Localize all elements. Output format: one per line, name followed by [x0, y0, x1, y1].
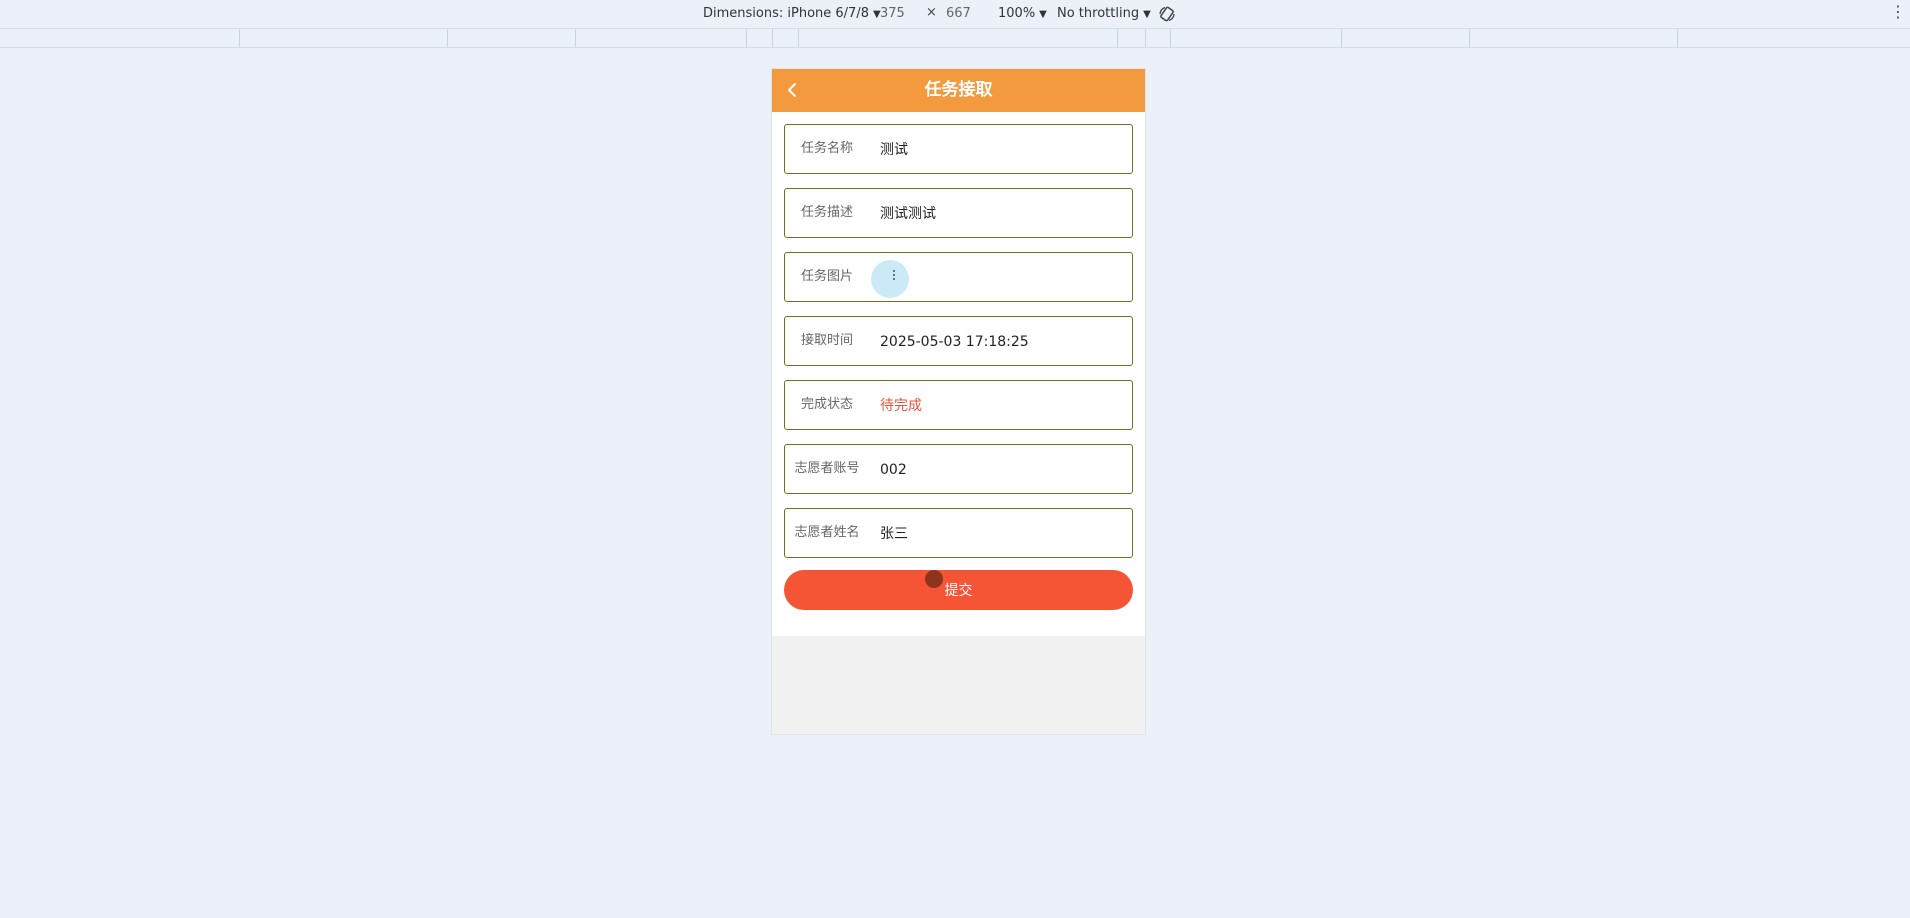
throttling-select-label: No throttling	[1057, 6, 1140, 21]
width-input[interactable]: 375	[880, 6, 905, 21]
device-select-label: Dimensions: iPhone 6/7/8	[703, 6, 869, 21]
nav-bar: 任务接取	[772, 69, 1145, 112]
ruler-segment[interactable]	[1170, 29, 1172, 47]
task-form: 任务名称 测试 任务描述 测试测试 任务图片 接取时间 2025-05-03 1…	[772, 112, 1145, 636]
field-accept-time: 接取时间 2025-05-03 17:18:25	[784, 316, 1133, 366]
devtools-device-toolbar: Dimensions: iPhone 6/7/8 ▼ 375 × 667 100%…	[0, 0, 1910, 29]
dimension-separator: ×	[926, 5, 937, 20]
height-input[interactable]: 667	[946, 6, 971, 21]
ruler-segment[interactable]	[575, 29, 577, 47]
ruler-segment[interactable]	[746, 29, 748, 47]
field-task-description: 任务描述 测试测试	[784, 188, 1133, 238]
device-viewport: 任务接取 任务名称 测试 任务描述 测试测试 任务图片 接取时间 2025-05…	[771, 68, 1146, 735]
ruler-segment[interactable]	[447, 29, 449, 47]
volunteer-account-value: 002	[880, 462, 907, 478]
ruler-segment[interactable]	[239, 29, 241, 47]
volunteer-name-value: 张三	[880, 526, 908, 542]
submit-button[interactable]: 提交	[784, 570, 1133, 610]
status-badge: 待完成	[880, 398, 922, 414]
touch-cursor	[925, 570, 943, 588]
field-volunteer-name: 志愿者姓名 张三	[784, 508, 1133, 558]
media-query-ruler	[0, 29, 1910, 48]
task-description-value: 测试测试	[880, 206, 936, 222]
zoom-select[interactable]: 100% ▼	[998, 6, 1047, 21]
ruler-segment[interactable]	[1145, 29, 1147, 47]
ruler-segment[interactable]	[1117, 29, 1119, 47]
field-completion-status: 完成状态 待完成	[784, 380, 1133, 430]
ruler-segment[interactable]	[798, 29, 800, 47]
field-volunteer-account: 志愿者账号 002	[784, 444, 1133, 494]
chevron-down-icon: ▼	[1039, 9, 1047, 20]
field-label: 任务图片	[800, 269, 853, 284]
chevron-down-icon: ▼	[1143, 9, 1151, 20]
field-label: 接取时间	[800, 333, 853, 348]
field-label: 志愿者账号	[794, 461, 860, 476]
page-title: 任务接取	[924, 80, 993, 100]
ruler-segment[interactable]	[772, 29, 774, 47]
task-image-thumbnail[interactable]	[871, 260, 909, 298]
field-task-name: 任务名称 测试	[784, 124, 1133, 174]
field-label: 任务描述	[800, 205, 853, 220]
ruler-segment[interactable]	[1469, 29, 1471, 47]
field-task-image: 任务图片	[784, 252, 1133, 302]
field-label: 完成状态	[800, 397, 853, 412]
accept-time-value: 2025-05-03 17:18:25	[880, 334, 1029, 350]
zoom-select-label: 100%	[998, 6, 1036, 21]
ruler-segment[interactable]	[1341, 29, 1343, 47]
device-select[interactable]: Dimensions: iPhone 6/7/8 ▼	[703, 6, 881, 21]
field-label: 志愿者姓名	[794, 525, 860, 540]
ruler-segment[interactable]	[1677, 29, 1679, 47]
rotate-icon[interactable]	[1158, 5, 1176, 23]
task-name-value: 测试	[880, 142, 908, 158]
field-label: 任务名称	[800, 141, 853, 156]
throttling-select[interactable]: No throttling ▼	[1057, 6, 1151, 21]
more-options-icon[interactable]: ⋮	[1890, 4, 1906, 20]
